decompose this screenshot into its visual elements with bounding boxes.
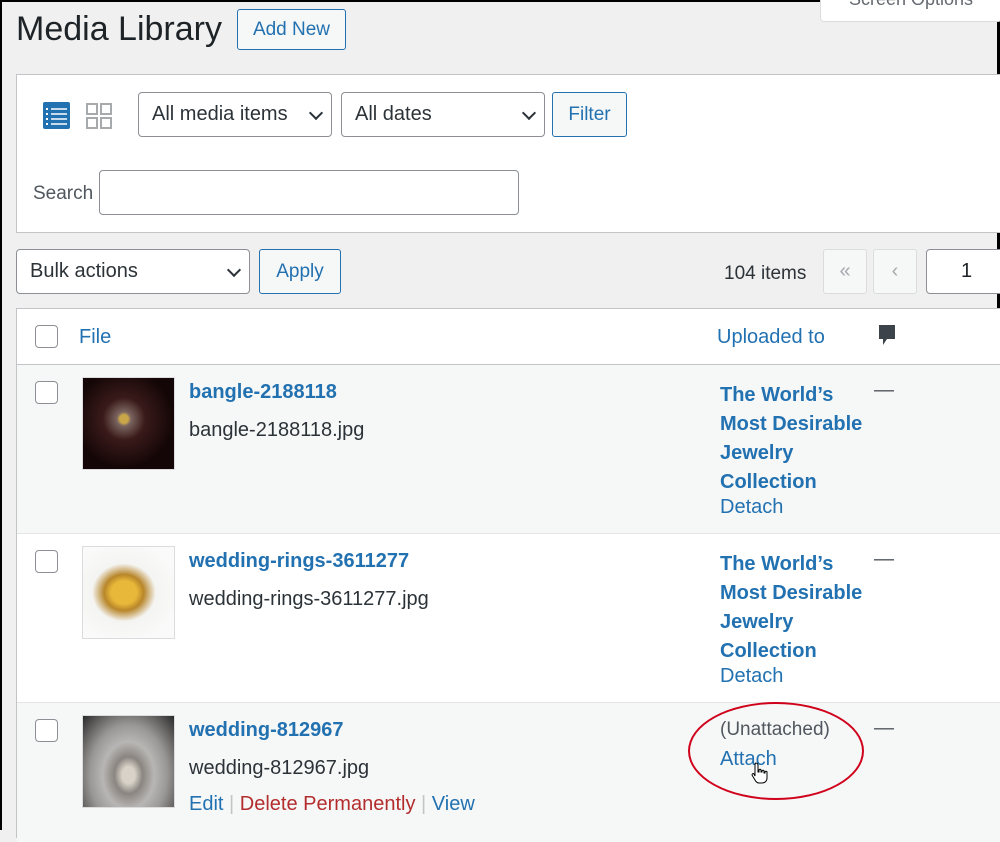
search-input[interactable] — [99, 170, 519, 215]
comment-icon[interactable] — [877, 324, 897, 353]
grid-view-icon[interactable] — [85, 102, 112, 129]
add-new-button[interactable]: Add New — [237, 9, 346, 50]
chevron-down-icon — [521, 105, 537, 120]
uploaded-line: Most Desirable — [720, 413, 863, 435]
view-link[interactable]: View — [432, 793, 475, 815]
table-row: wedding-812967 wedding-812967.jpg Edit |… — [17, 702, 1000, 842]
column-file[interactable]: File — [79, 326, 111, 349]
bulk-actions-select[interactable]: Bulk actions — [16, 249, 250, 294]
filter-bar: All media items All dates Filter Search — [16, 74, 1000, 233]
thumbnail-image[interactable] — [82, 715, 175, 808]
detach-link[interactable]: Detach — [720, 496, 783, 519]
row-checkbox[interactable] — [35, 381, 58, 404]
apply-button[interactable]: Apply — [259, 249, 341, 294]
table-row: bangle-2188118 bangle-2188118.jpg The Wo… — [17, 364, 1000, 533]
detach-link[interactable]: Detach — [720, 665, 783, 688]
chevron-down-icon — [308, 105, 324, 120]
thumbnail-image[interactable] — [82, 546, 175, 639]
media-table: File Uploaded to bangle-2188118 bangle-2… — [16, 308, 1000, 842]
edit-link[interactable]: Edit — [189, 793, 223, 815]
annotation-circle — [688, 702, 864, 800]
chevron-down-icon — [226, 262, 242, 277]
uploaded-line: The World’s — [720, 384, 834, 406]
separator: | — [421, 793, 427, 815]
column-uploaded-to[interactable]: Uploaded to — [717, 326, 825, 349]
table-row: wedding-rings-3611277 wedding-rings-3611… — [17, 533, 1000, 702]
row-actions: Edit | Delete Permanently | View — [189, 793, 475, 816]
uploaded-line: Collection — [720, 640, 817, 662]
items-count: 104 items — [724, 263, 807, 284]
file-name: wedding-rings-3611277.jpg — [189, 588, 429, 610]
comments-count: — — [874, 379, 894, 401]
uploaded-line: Most Desirable — [720, 582, 863, 604]
select-all-checkbox[interactable] — [35, 325, 58, 348]
uploaded-line: Collection — [720, 471, 817, 493]
first-page-button[interactable]: « — [823, 249, 867, 294]
separator: | — [229, 793, 235, 815]
search-label: Search — [33, 183, 94, 204]
file-title-link[interactable]: wedding-rings-3611277 — [189, 550, 409, 573]
delete-permanently-link[interactable]: Delete Permanently — [240, 793, 416, 815]
hand-cursor-icon — [751, 761, 769, 790]
file-name: wedding-812967.jpg — [189, 757, 370, 779]
uploaded-to-link[interactable]: The World’s Most Desirable Jewelry Collecti… — [720, 550, 862, 666]
media-type-value: All media items — [152, 103, 288, 125]
row-checkbox[interactable] — [35, 719, 58, 742]
uploaded-line: Jewelry — [720, 611, 794, 633]
bulk-actions-value: Bulk actions — [30, 260, 138, 282]
comments-count: — — [874, 717, 894, 739]
screen-options-label: Screen Options — [849, 0, 973, 9]
page-title: Media Library — [16, 10, 222, 48]
thumbnail-image[interactable] — [82, 377, 175, 470]
media-type-select[interactable]: All media items — [138, 92, 332, 137]
file-title-link[interactable]: bangle-2188118 — [189, 381, 337, 404]
file-title-link[interactable]: wedding-812967 — [189, 719, 344, 742]
comments-count: — — [874, 548, 894, 570]
current-page-input[interactable]: 1 — [926, 249, 1000, 294]
list-view-icon[interactable] — [43, 102, 70, 129]
prev-page-button[interactable]: ‹ — [873, 249, 917, 294]
file-name: bangle-2188118.jpg — [189, 419, 365, 441]
row-checkbox[interactable] — [35, 550, 58, 573]
dates-value: All dates — [355, 103, 432, 125]
uploaded-to-link[interactable]: The World’s Most Desirable Jewelry Collecti… — [720, 381, 862, 497]
uploaded-line: The World’s — [720, 553, 834, 575]
screen-options-button[interactable]: Screen Options — [820, 0, 1000, 22]
uploaded-line: Jewelry — [720, 442, 794, 464]
dates-select[interactable]: All dates — [341, 92, 545, 137]
filter-button[interactable]: Filter — [552, 92, 627, 137]
